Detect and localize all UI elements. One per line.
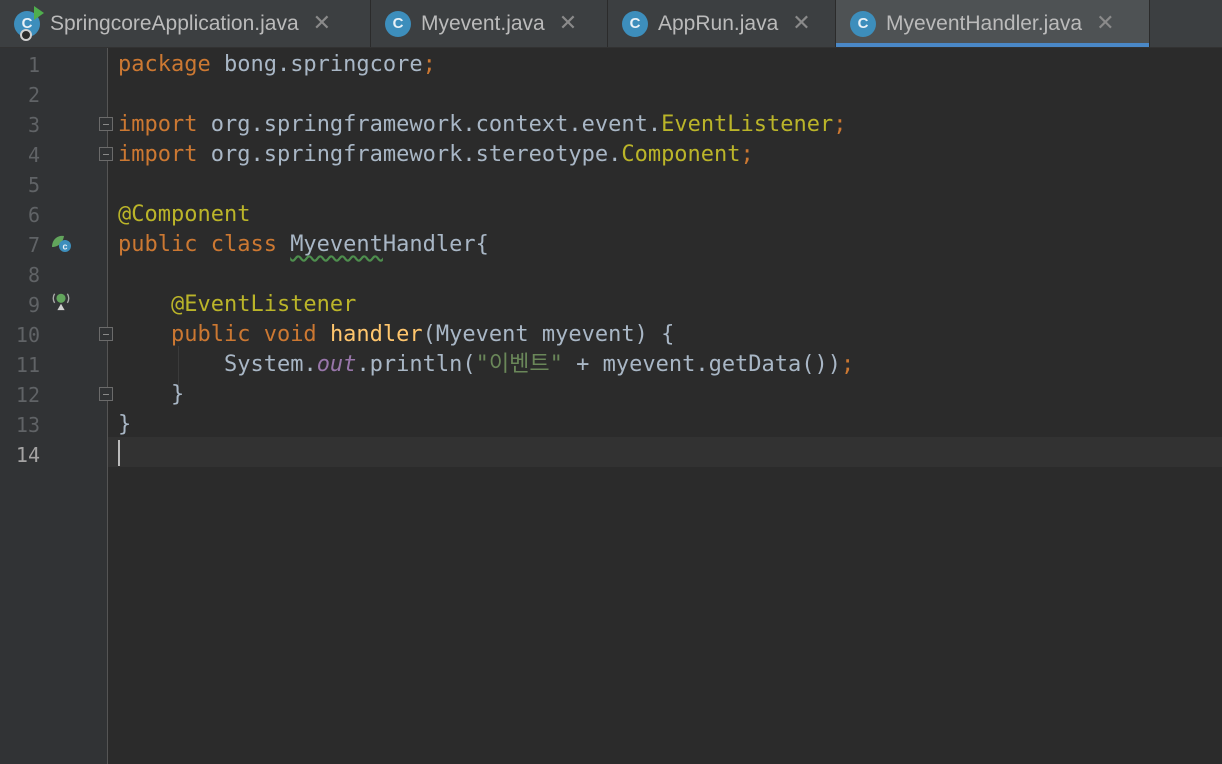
class-icon: C <box>622 10 648 37</box>
line-number: 5 <box>27 173 40 197</box>
class-icon: C <box>850 10 876 37</box>
close-icon[interactable]: ✕ <box>559 12 577 35</box>
line-number: 12 <box>15 383 40 407</box>
fold-marker[interactable] <box>99 117 113 131</box>
tab-label: Myevent.java <box>421 11 545 35</box>
event-listener-icon[interactable] <box>50 291 72 311</box>
spring-bean-icon[interactable]: c <box>50 233 72 253</box>
close-icon[interactable]: ✕ <box>792 12 810 35</box>
close-icon[interactable]: ✕ <box>313 12 331 35</box>
line-number: 11 <box>15 353 40 377</box>
code-line-7[interactable]: public class MyeventHandler{ <box>118 230 489 260</box>
line-number: 2 <box>27 83 40 107</box>
class-icon: C <box>385 10 411 37</box>
line-number: 6 <box>27 203 40 227</box>
code-line-6[interactable]: @Component <box>118 200 250 230</box>
fold-marker[interactable] <box>99 327 113 341</box>
text-caret <box>118 440 120 466</box>
line-number: 7 <box>27 233 40 257</box>
code-line-13[interactable]: } <box>118 410 131 440</box>
line-number: 4 <box>27 143 40 167</box>
current-line-highlight <box>108 437 1222 467</box>
tab-myevent-handler[interactable]: C MyeventHandler.java ✕ <box>836 0 1150 47</box>
line-number: 9 <box>27 293 40 317</box>
tab-apprun[interactable]: C AppRun.java ✕ <box>608 0 836 47</box>
run-marker-icon <box>34 5 44 20</box>
code-line-10[interactable]: public void handler(Myevent myevent) { <box>118 320 674 350</box>
line-number: 3 <box>27 113 40 137</box>
line-number-current: 14 <box>15 443 40 467</box>
svg-text:c: c <box>62 242 67 252</box>
line-number: 1 <box>27 53 40 77</box>
code-line-11[interactable]: System.out.println("이벤트" + myevent.getDa… <box>118 350 854 380</box>
line-number: 8 <box>27 263 40 287</box>
code-line-1[interactable]: package bong.springcore; <box>118 50 436 80</box>
line-number: 10 <box>15 323 40 347</box>
code-line-12[interactable]: } <box>118 380 184 410</box>
power-icon <box>20 28 32 41</box>
tab-label: AppRun.java <box>658 11 779 35</box>
tab-label: MyeventHandler.java <box>886 11 1083 35</box>
code-line-3[interactable]: import org.springframework.context.event… <box>118 110 847 140</box>
tab-springcore-application[interactable]: C SpringcoreApplication.java ✕ <box>0 0 371 47</box>
fold-marker[interactable] <box>99 147 113 161</box>
tab-myevent[interactable]: C Myevent.java ✕ <box>371 0 608 47</box>
editor-tab-bar: C SpringcoreApplication.java ✕ C Myevent… <box>0 0 1222 48</box>
line-number-gutter[interactable]: 1 2 3 4 5 6 7 8 9 10 11 12 13 14 c <box>0 48 113 764</box>
close-icon[interactable]: ✕ <box>1096 12 1114 35</box>
tab-label: SpringcoreApplication.java <box>50 11 299 35</box>
spring-boot-class-icon: C <box>14 5 44 41</box>
line-number: 13 <box>15 413 40 437</box>
code-line-4[interactable]: import org.springframework.stereotype.Co… <box>118 140 754 170</box>
fold-marker[interactable] <box>99 387 113 401</box>
code-line-9[interactable]: @EventListener <box>118 290 356 320</box>
